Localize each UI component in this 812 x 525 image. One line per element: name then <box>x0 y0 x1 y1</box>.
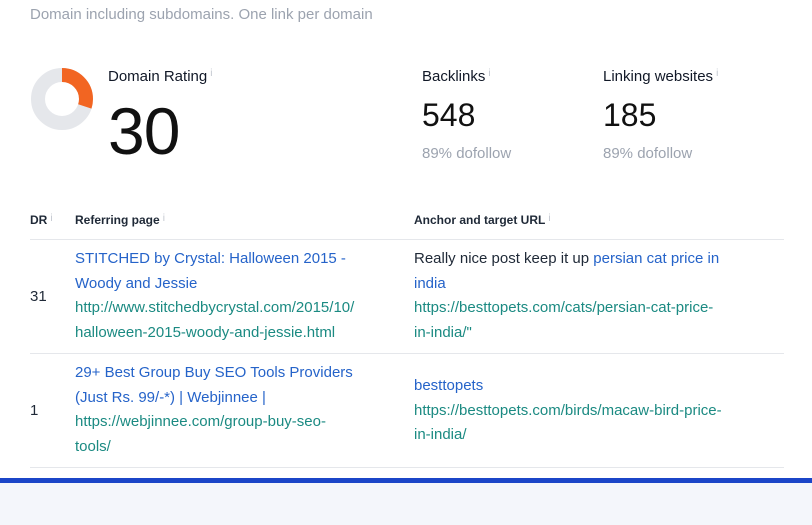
table-row-referring-page: STITCHED by Crystal: Halloween 2015 - Wo… <box>75 247 354 345</box>
table-divider <box>30 467 784 468</box>
linking-websites-value[interactable]: 185 <box>603 99 656 131</box>
backlinks-value[interactable]: 548 <box>422 99 475 131</box>
anchor-line: Really nice post keep it up persian cat … <box>414 247 719 272</box>
column-header-dr[interactable]: DR i <box>30 213 53 227</box>
table-divider <box>30 239 784 240</box>
anchor-link[interactable]: besttopets <box>414 374 722 399</box>
info-icon[interactable]: i <box>50 213 52 224</box>
referring-page-title-line[interactable]: STITCHED by Crystal: Halloween 2015 - <box>75 247 354 272</box>
row-dr-value: 31 <box>30 288 47 305</box>
backlinks-dofollow: 89% dofollow <box>422 145 512 162</box>
referring-page-title-line[interactable]: 29+ Best Group Buy SEO Tools Providers <box>75 361 353 386</box>
column-header-referring-page-text: Referring page <box>75 213 160 227</box>
table-row-referring-page: 29+ Best Group Buy SEO Tools Providers (… <box>75 361 353 459</box>
referring-page-url-line[interactable]: https://webjinnee.com/group-buy-seo- <box>75 410 353 435</box>
column-header-anchor[interactable]: Anchor and target URL i <box>414 213 551 227</box>
card-subtitle: Domain including subdomains. One link pe… <box>30 6 373 23</box>
table-row-anchor: besttopets https://besttopets.com/birds/… <box>414 374 722 448</box>
info-icon[interactable]: i <box>488 68 490 79</box>
info-icon[interactable]: i <box>716 68 718 79</box>
backlinks-card: Domain including subdomains. One link pe… <box>0 0 812 478</box>
target-url-line[interactable]: https://besttopets.com/cats/persian-cat-… <box>414 296 719 321</box>
backlinks-label-text: Backlinks <box>422 68 486 85</box>
column-header-anchor-text: Anchor and target URL <box>414 213 546 227</box>
column-header-dr-text: DR <box>30 213 48 227</box>
target-url-line[interactable]: https://besttopets.com/birds/macaw-bird-… <box>414 399 722 424</box>
linking-websites-label-text: Linking websites <box>603 68 714 85</box>
linking-websites-dofollow: 89% dofollow <box>603 145 693 162</box>
referring-page-title-line[interactable]: Woody and Jessie <box>75 272 354 297</box>
table-row-anchor: Really nice post keep it up persian cat … <box>414 247 719 345</box>
target-url-line[interactable]: in-india/" <box>414 321 719 346</box>
anchor-link[interactable]: persian cat price in <box>593 250 719 267</box>
target-url-line[interactable]: in-india/ <box>414 423 722 448</box>
referring-page-url-line[interactable]: halloween-2015-woody-and-jessie.html <box>75 321 354 346</box>
anchor-link-line[interactable]: india <box>414 272 719 297</box>
referring-page-url-line[interactable]: tools/ <box>75 435 353 460</box>
backlinks-label: Backlinks i <box>422 68 491 85</box>
domain-rating-donut <box>31 68 93 130</box>
referring-page-url-line[interactable]: http://www.stitchedbycrystal.com/2015/10… <box>75 296 354 321</box>
domain-rating-label-text: Domain Rating <box>108 68 208 85</box>
accent-bar <box>0 478 812 483</box>
referring-page-title-line[interactable]: (Just Rs. 99/-*) | Webjinnee | <box>75 386 353 411</box>
info-icon[interactable]: i <box>548 213 550 224</box>
info-icon[interactable]: i <box>163 213 165 224</box>
column-header-referring-page[interactable]: Referring page i <box>75 213 165 227</box>
domain-rating-value: 30 <box>108 94 180 168</box>
row-dr-value: 1 <box>30 402 39 419</box>
anchor-text: Really nice post keep it up <box>414 250 590 267</box>
table-divider <box>30 353 784 354</box>
linking-websites-label: Linking websites i <box>603 68 718 85</box>
info-icon[interactable]: i <box>210 68 212 79</box>
domain-rating-label: Domain Rating i <box>108 68 212 85</box>
